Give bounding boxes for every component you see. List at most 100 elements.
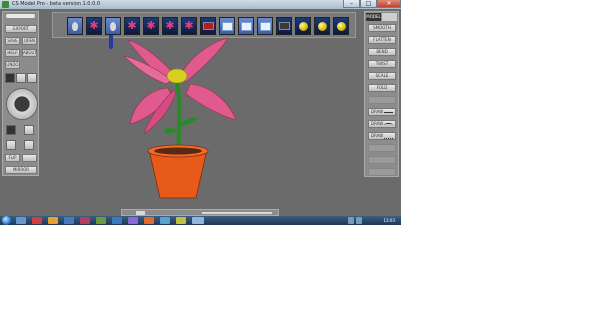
tool-flower-shape[interactable]: ✱	[181, 17, 197, 35]
egg-shape-icon	[110, 21, 116, 31]
wave-icon	[384, 136, 393, 139]
bend-button[interactable]: BEND	[368, 48, 396, 56]
tool-icon[interactable]	[6, 140, 16, 150]
empty-slot	[368, 96, 396, 104]
flip-button[interactable]: FLIP	[5, 154, 20, 162]
tool-grid-panel[interactable]	[238, 17, 254, 35]
flower-shape-icon: ✱	[146, 19, 156, 32]
empty-slot	[368, 168, 396, 176]
sphere-icon	[336, 21, 346, 31]
taskbar-app-icon[interactable]	[128, 217, 138, 224]
save-button[interactable]: SAVE	[5, 37, 20, 45]
mirror-button[interactable]: MIRROR	[5, 166, 37, 174]
taskbar-app-icon[interactable]	[160, 217, 170, 224]
sphere-icon	[317, 21, 327, 31]
draw-label: DRAW	[371, 133, 384, 138]
draw-line-button[interactable]: DRAW	[368, 108, 396, 116]
minimize-button[interactable]: –	[343, 0, 360, 8]
view-option-icon[interactable]	[16, 73, 26, 83]
os-taskbar: 13:03	[0, 216, 401, 225]
view-option-icon[interactable]	[27, 73, 37, 83]
help-button[interactable]: HELP	[5, 49, 20, 57]
taskbar-app-icon[interactable]	[16, 217, 26, 224]
tool-sphere[interactable]	[314, 17, 330, 35]
empty-slot	[368, 156, 396, 164]
tab-other[interactable]	[382, 13, 397, 21]
left-tool-panel: EXPORT SAVE OPEN HELP ABOUT UNDO FLIP MI…	[2, 11, 39, 176]
tool-grid-panel[interactable]	[257, 17, 273, 35]
grid-panel-icon	[259, 21, 271, 31]
shape-toolbar: ✱ ✱ ✱ ✱ ✱	[52, 12, 356, 49]
scroll-knob[interactable]	[136, 211, 145, 215]
egg-shape-icon	[72, 21, 78, 31]
taskbar-app-icon[interactable]	[80, 217, 90, 224]
tool-flower-shape[interactable]: ✱	[143, 17, 159, 35]
panel-icon	[202, 22, 214, 30]
start-button[interactable]	[2, 216, 11, 225]
taskbar-app-icon[interactable]	[64, 217, 74, 224]
flower-pot	[147, 144, 209, 199]
draw-label: DRAW	[371, 121, 384, 126]
taskbar-app-icon[interactable]	[176, 217, 186, 224]
tool-sphere[interactable]	[295, 17, 311, 35]
export-button[interactable]: EXPORT	[5, 25, 37, 33]
tool-dark-panel[interactable]	[276, 17, 292, 35]
grid-icon[interactable]	[6, 125, 16, 135]
tool-flower-shape[interactable]: ✱	[162, 17, 178, 35]
line-icon	[384, 112, 393, 113]
draw-wave-button[interactable]: DRAW	[368, 132, 396, 140]
taskbar-app-icon[interactable]	[144, 217, 154, 224]
tool-flower-shape[interactable]: ✱	[86, 17, 102, 35]
about-button[interactable]: ABOUT	[22, 49, 37, 57]
maximize-button[interactable]: □	[360, 0, 377, 8]
right-tool-panel: MODEL SMOOTH FLATTEN BEND TWIST SCALE FO…	[364, 11, 399, 177]
rotation-dial[interactable]	[6, 88, 38, 120]
taskbar-app-icon[interactable]	[32, 217, 42, 224]
undo-button[interactable]: UNDO	[5, 61, 20, 69]
tool-grid-panel[interactable]	[219, 17, 235, 35]
taskbar-app-icon[interactable]	[192, 217, 204, 224]
flower-shape-icon: ✱	[89, 19, 99, 32]
top-slider[interactable]	[6, 14, 35, 18]
close-button[interactable]: ✕	[377, 0, 401, 8]
tray-icon[interactable]	[356, 217, 362, 224]
draw-label: DRAW	[371, 109, 384, 114]
sphere-icon	[298, 21, 308, 31]
flatten-button[interactable]: FLATTEN	[368, 36, 396, 44]
app-window: CS Model Pro - beta version 1.0.0.0 – □ …	[0, 0, 401, 225]
title-bar: CS Model Pro - beta version 1.0.0.0 – □ …	[0, 0, 401, 9]
tool-icon[interactable]	[24, 140, 34, 150]
twist-button[interactable]: TWIST	[368, 60, 396, 68]
zoom-button[interactable]	[22, 154, 37, 162]
flower-shape-icon: ✱	[127, 19, 137, 32]
open-button[interactable]: OPEN	[22, 37, 37, 45]
curve-icon	[384, 123, 393, 127]
bottom-scrollbar[interactable]	[121, 209, 279, 216]
taskbar-app-icon[interactable]	[48, 217, 58, 224]
tray-icon[interactable]	[348, 217, 354, 224]
view-mode-icon[interactable]	[5, 73, 15, 83]
taskbar-app-icon[interactable]	[96, 217, 106, 224]
camera-icon[interactable]	[24, 125, 34, 135]
empty-slot	[368, 144, 396, 152]
app-icon	[2, 1, 9, 8]
tab-model[interactable]: MODEL	[366, 13, 381, 21]
tool-sphere[interactable]	[333, 17, 349, 35]
tool-flower-shape[interactable]: ✱	[124, 17, 140, 35]
fold-button[interactable]: FOLD	[368, 84, 396, 92]
draw-curve-button[interactable]: DRAW	[368, 120, 396, 128]
taskbar-app-icon[interactable]	[112, 217, 122, 224]
viewport-3d[interactable]	[40, 38, 362, 210]
scale-button[interactable]: SCALE	[368, 72, 396, 80]
flower-shape-icon: ✱	[184, 19, 194, 32]
flower-center	[166, 68, 188, 84]
window-title: CS Model Pro - beta version 1.0.0.0	[12, 1, 101, 7]
tool-egg-shape[interactable]	[67, 17, 83, 35]
tool-dark-panel[interactable]	[200, 17, 216, 35]
smooth-button[interactable]: SMOOTH	[368, 24, 396, 32]
grid-panel-icon	[240, 21, 252, 31]
taskbar-clock: 13:03	[383, 218, 395, 223]
panel-icon	[278, 22, 290, 30]
scroll-track[interactable]	[202, 212, 272, 214]
tool-egg-shape[interactable]	[105, 17, 121, 35]
